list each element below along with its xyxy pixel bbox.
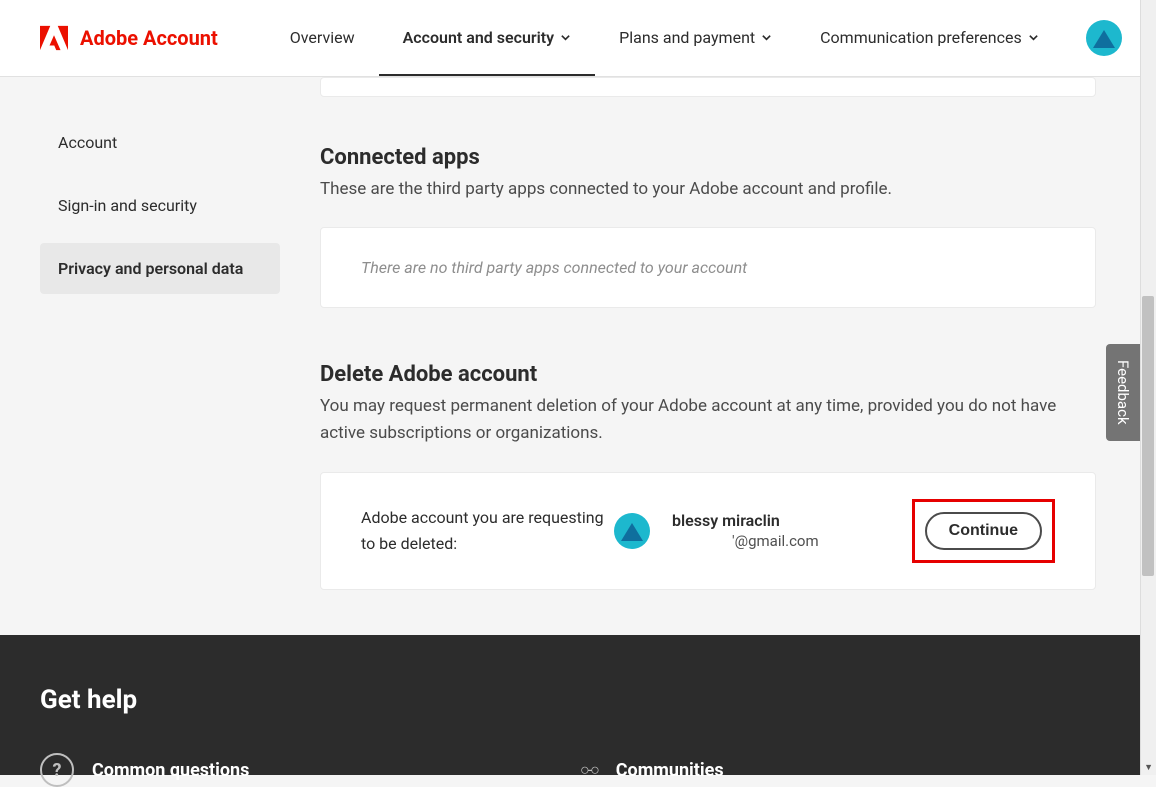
brand-logo-wrap[interactable]: Adobe Account <box>40 25 218 51</box>
continue-button[interactable]: Continue <box>925 512 1042 550</box>
connected-apps-empty-text: There are no third party apps connected … <box>361 258 1055 277</box>
footer-title: Get help <box>40 685 1100 715</box>
sidebar-item-privacy[interactable]: Privacy and personal data <box>40 243 280 294</box>
chevron-down-icon <box>1028 28 1039 47</box>
connected-apps-desc: These are the third party apps connected… <box>320 176 1096 203</box>
connected-apps-card: There are no third party apps connected … <box>320 227 1096 308</box>
user-avatar[interactable] <box>1086 20 1122 56</box>
feedback-tab[interactable]: Feedback <box>1106 344 1140 441</box>
header: Adobe Account Overview Account and secur… <box>0 0 1156 77</box>
continue-highlight-box: Continue <box>912 499 1055 563</box>
nav-communication-preferences[interactable]: Communication preferences <box>796 0 1063 76</box>
delete-account-title: Delete Adobe account <box>320 362 1096 387</box>
sidebar-item-signin-security[interactable]: Sign-in and security <box>40 180 280 231</box>
communities-icon: ○-○ <box>580 760 598 780</box>
brand-text: Adobe Account <box>80 26 218 50</box>
delete-account-desc: You may request permanent deletion of yo… <box>320 393 1096 447</box>
nav-plans-payment-label: Plans and payment <box>619 28 755 47</box>
footer-col-communities[interactable]: ○-○ Communities <box>580 753 724 787</box>
user-name: blessy miraclin <box>672 511 819 530</box>
scroll-down-arrow-icon[interactable]: ▼ <box>1144 762 1153 773</box>
nav-overview[interactable]: Overview <box>266 0 379 76</box>
footer-communities-label: Communities <box>616 760 724 781</box>
footer-columns: ? Common questions ○-○ Communities <box>40 753 1100 787</box>
user-avatar-icon <box>614 513 650 549</box>
footer-common-questions-label: Common questions <box>92 760 249 781</box>
nav-account-security-label: Account and security <box>403 28 555 47</box>
chevron-down-icon <box>560 28 571 47</box>
main-nav: Overview Account and security Plans and … <box>266 0 1063 76</box>
question-icon: ? <box>40 753 74 787</box>
content-area: Account Sign-in and security Privacy and… <box>0 77 1156 590</box>
nav-overview-label: Overview <box>290 28 355 47</box>
sidebar: Account Sign-in and security Privacy and… <box>40 77 280 590</box>
sidebar-item-account[interactable]: Account <box>40 117 280 168</box>
user-email: '@gmail.com <box>672 532 819 550</box>
scrollbar-thumb[interactable] <box>1142 296 1154 576</box>
nav-comm-prefs-label: Communication preferences <box>820 28 1022 47</box>
adobe-logo-icon <box>40 25 68 51</box>
connected-apps-title: Connected apps <box>320 145 1096 170</box>
footer: Get help ? Common questions ○-○ Communit… <box>0 635 1140 775</box>
footer-col-common-questions[interactable]: ? Common questions <box>40 753 580 787</box>
user-info: blessy miraclin '@gmail.com <box>672 511 819 550</box>
chevron-down-icon <box>761 28 772 47</box>
main-content: Connected apps These are the third party… <box>280 77 1156 590</box>
delete-account-card: Adobe account you are requesting to be d… <box>320 472 1096 590</box>
previous-card-edge <box>320 77 1096 97</box>
delete-account-label: Adobe account you are requesting to be d… <box>361 505 606 556</box>
scrollbar-track[interactable]: ▼ <box>1140 0 1156 775</box>
nav-plans-payment[interactable]: Plans and payment <box>595 0 796 76</box>
nav-account-security[interactable]: Account and security <box>379 0 596 76</box>
